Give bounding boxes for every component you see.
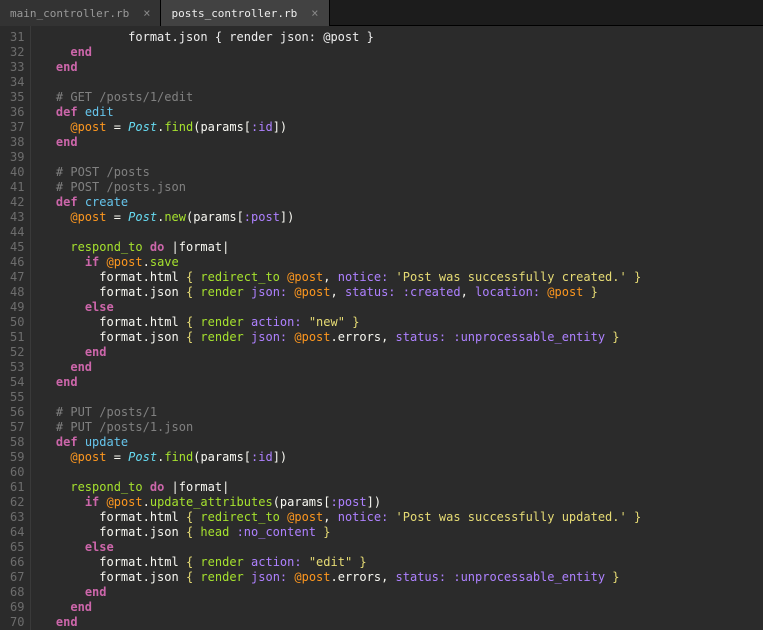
tab-main-controller[interactable]: main_controller.rb ×: [0, 0, 161, 26]
code-line[interactable]: @post = Post.find(params[:id]): [41, 450, 641, 465]
code-line[interactable]: end: [41, 135, 641, 150]
line-number: 56: [10, 405, 24, 420]
line-number: 46: [10, 255, 24, 270]
code-line[interactable]: end: [41, 585, 641, 600]
code-line[interactable]: [41, 75, 641, 90]
line-number: 61: [10, 480, 24, 495]
code-line[interactable]: [41, 390, 641, 405]
line-number: 31: [10, 30, 24, 45]
line-number: 67: [10, 570, 24, 585]
code-line[interactable]: end: [41, 60, 641, 75]
line-number: 49: [10, 300, 24, 315]
line-number: 54: [10, 375, 24, 390]
code-line[interactable]: # POST /posts: [41, 165, 641, 180]
code-line[interactable]: [41, 225, 641, 240]
line-number: 58: [10, 435, 24, 450]
code-line[interactable]: # POST /posts.json: [41, 180, 641, 195]
code-line[interactable]: if @post.update_attributes(params[:post]…: [41, 495, 641, 510]
line-number: 51: [10, 330, 24, 345]
code-line[interactable]: else: [41, 540, 641, 555]
line-number: 64: [10, 525, 24, 540]
tab-label: posts_controller.rb: [171, 7, 297, 20]
code-line[interactable]: end: [41, 615, 641, 630]
code-area[interactable]: format.json { render json: @post } end e…: [31, 26, 641, 630]
line-number: 47: [10, 270, 24, 285]
close-icon[interactable]: ×: [143, 6, 150, 20]
tab-posts-controller[interactable]: posts_controller.rb ×: [161, 0, 329, 26]
code-line[interactable]: format.json { render json: @post }: [41, 30, 641, 45]
line-number: 38: [10, 135, 24, 150]
code-line[interactable]: @post = Post.find(params[:id]): [41, 120, 641, 135]
line-number: 40: [10, 165, 24, 180]
line-number: 32: [10, 45, 24, 60]
code-line[interactable]: # PUT /posts/1: [41, 405, 641, 420]
code-line[interactable]: format.json { render json: @post.errors,…: [41, 570, 641, 585]
code-line[interactable]: format.html { redirect_to @post, notice:…: [41, 270, 641, 285]
code-line[interactable]: format.html { render action: "new" }: [41, 315, 641, 330]
line-number: 62: [10, 495, 24, 510]
code-line[interactable]: respond_to do |format|: [41, 240, 641, 255]
line-number: 36: [10, 105, 24, 120]
close-icon[interactable]: ×: [311, 6, 318, 20]
code-line[interactable]: end: [41, 45, 641, 60]
line-number: 52: [10, 345, 24, 360]
code-line[interactable]: format.json { head :no_content }: [41, 525, 641, 540]
line-number: 35: [10, 90, 24, 105]
code-line[interactable]: end: [41, 345, 641, 360]
line-number: 63: [10, 510, 24, 525]
line-number: 59: [10, 450, 24, 465]
line-number: 70: [10, 615, 24, 630]
code-line[interactable]: format.json { render json: @post, status…: [41, 285, 641, 300]
code-line[interactable]: end: [41, 360, 641, 375]
line-number: 33: [10, 60, 24, 75]
line-number: 57: [10, 420, 24, 435]
code-line[interactable]: [41, 150, 641, 165]
code-line[interactable]: def create: [41, 195, 641, 210]
code-line[interactable]: format.html { redirect_to @post, notice:…: [41, 510, 641, 525]
code-line[interactable]: def edit: [41, 105, 641, 120]
editor: 3132333435363738394041424344454647484950…: [0, 26, 763, 630]
line-number: 37: [10, 120, 24, 135]
tab-label: main_controller.rb: [10, 7, 129, 20]
line-number: 69: [10, 600, 24, 615]
line-number: 43: [10, 210, 24, 225]
line-number: 68: [10, 585, 24, 600]
line-number: 60: [10, 465, 24, 480]
code-line[interactable]: end: [41, 600, 641, 615]
line-gutter: 3132333435363738394041424344454647484950…: [0, 26, 31, 630]
code-line[interactable]: end: [41, 375, 641, 390]
code-line[interactable]: else: [41, 300, 641, 315]
line-number: 41: [10, 180, 24, 195]
line-number: 44: [10, 225, 24, 240]
code-line[interactable]: [41, 465, 641, 480]
code-line[interactable]: # PUT /posts/1.json: [41, 420, 641, 435]
line-number: 48: [10, 285, 24, 300]
line-number: 34: [10, 75, 24, 90]
code-line[interactable]: @post = Post.new(params[:post]): [41, 210, 641, 225]
code-line[interactable]: def update: [41, 435, 641, 450]
line-number: 50: [10, 315, 24, 330]
line-number: 65: [10, 540, 24, 555]
line-number: 45: [10, 240, 24, 255]
line-number: 53: [10, 360, 24, 375]
line-number: 42: [10, 195, 24, 210]
line-number: 66: [10, 555, 24, 570]
code-line[interactable]: respond_to do |format|: [41, 480, 641, 495]
code-line[interactable]: format.json { render json: @post.errors,…: [41, 330, 641, 345]
code-line[interactable]: # GET /posts/1/edit: [41, 90, 641, 105]
code-line[interactable]: format.html { render action: "edit" }: [41, 555, 641, 570]
code-line[interactable]: if @post.save: [41, 255, 641, 270]
tab-bar: main_controller.rb × posts_controller.rb…: [0, 0, 763, 26]
line-number: 39: [10, 150, 24, 165]
line-number: 55: [10, 390, 24, 405]
